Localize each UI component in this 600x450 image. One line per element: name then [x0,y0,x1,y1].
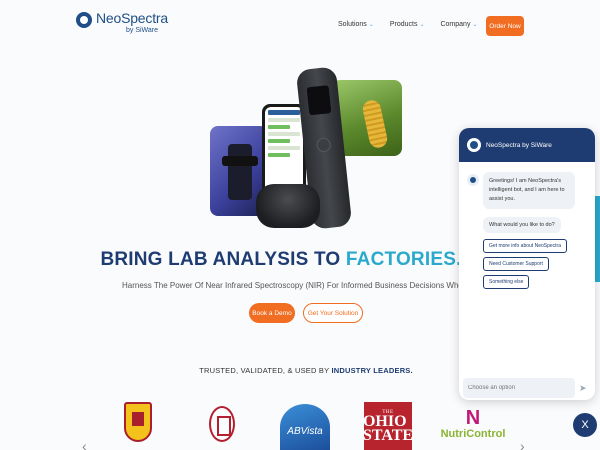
get-solution-button[interactable]: Get Your Solution [303,303,363,323]
main-nav: Solutions ⌄ Products ⌄ Company ⌄ [338,21,477,28]
chat-option-other[interactable]: Something else [483,275,530,289]
chat-header: NeoSpectra by SiWare [459,128,595,162]
chat-options: Get more info about NeoSpectra Need Cust… [483,239,591,289]
neospectra-logo[interactable]: NeoSpectra by SiWare [76,10,168,36]
phone-image [262,104,306,196]
page: NeoSpectra by SiWare Solutions ⌄ Product… [0,0,600,450]
hero-subtext: Harness The Power Of Near Infrared Spect… [122,281,462,290]
puck-scanner-image [256,184,320,228]
nav-item-company[interactable]: Company ⌄ [440,21,477,28]
send-icon[interactable]: ➤ [579,383,589,393]
site-header: NeoSpectra by SiWare Solutions ⌄ Product… [0,0,600,50]
bot-question: What would you like to do? [483,217,561,233]
order-now-button[interactable]: Order Now [486,16,524,36]
logo-sub: by SiWare [126,27,159,34]
nav-item-products[interactable]: Products ⌄ [390,21,425,28]
book-demo-button[interactable]: Book a Demo [249,303,295,323]
bot-greeting: Greetings! I am NeoSpectra's intelligent… [483,172,575,209]
chevron-down-icon: ⌄ [419,22,425,28]
chat-widget: NeoSpectra by SiWare Greetings! I am Neo… [459,128,595,400]
chevron-down-icon: ⌄ [368,22,374,28]
chat-avatar [467,138,481,152]
chevron-down-icon: ⌄ [472,22,478,28]
chat-close-button[interactable]: X [573,413,597,437]
nutricontrol-logo: N NutriControl [440,407,506,440]
abvista-logo: ABVista [280,404,330,450]
chat-title: NeoSpectra by SiWare [486,141,552,149]
university-seal-logo [209,406,235,442]
hero-product-image [208,66,404,236]
carousel-next-icon[interactable]: › [520,438,525,450]
bot-avatar [467,174,479,186]
chat-option-more-info[interactable]: Get more info about NeoSpectra [483,239,567,253]
carousel-prev-icon[interactable]: ‹ [82,438,87,450]
chat-option-support[interactable]: Need Customer Support [483,257,549,271]
chat-input[interactable] [463,378,575,398]
university-crest-logo [124,402,152,442]
logo-name: NeoSpectra [96,10,168,26]
ohio-state-logo: THE OHIO STATE [363,402,413,450]
nav-item-solutions[interactable]: Solutions ⌄ [338,21,374,28]
logo-mark-icon [76,12,92,28]
chat-body: Greetings! I am NeoSpectra's intelligent… [467,172,591,289]
